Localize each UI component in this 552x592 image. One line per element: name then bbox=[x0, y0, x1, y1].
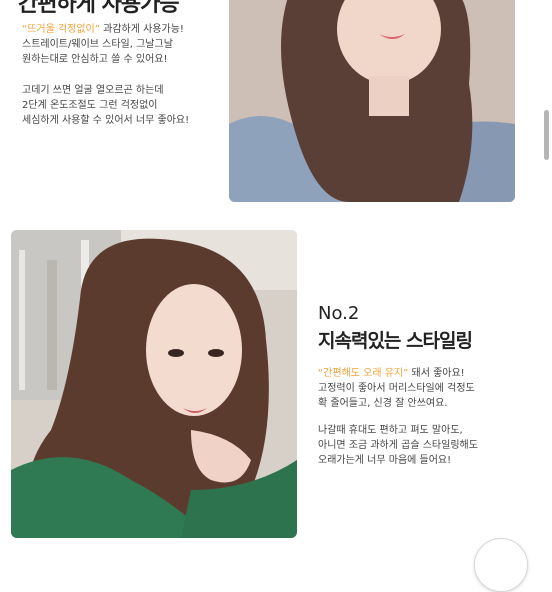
model-photo-2 bbox=[11, 230, 297, 538]
section1-p2-line1: 고데기 쓰면 얼굴 열오르곤 하는데 bbox=[22, 85, 164, 96]
section1-paragraph-2: 고데기 쓰면 얼굴 열오르곤 하는데 2단계 온도조절도 그런 걱정없이 세심하… bbox=[22, 83, 222, 128]
section1-p2-line2: 2단계 온도조절도 그런 걱정없이 bbox=[22, 100, 158, 111]
section2-number: No.2 bbox=[318, 303, 360, 324]
section1-p1-line1: 과감하게 사용가능! bbox=[99, 24, 184, 35]
section1-highlight: “뜨거울 걱정없이” bbox=[22, 24, 100, 35]
section1-text: “뜨거울 걱정없이” 과감하게 사용가능! 스트레이트/웨이브 스타일, 그날그… bbox=[22, 22, 222, 138]
section2-p2-line1: 나갈때 휴대도 편하고 펴도 말아도, bbox=[318, 425, 463, 436]
product-detail-page: 간편하게 사용가능 “뜨거울 걱정없이” 과감하게 사용가능! 스트레이트/웨이… bbox=[0, 0, 552, 592]
section2-heading: 지속력있는 스타일링 bbox=[318, 330, 473, 352]
section2-p1-line2: 고정력이 좋아서 머리스타일에 걱정도 bbox=[318, 383, 475, 394]
scroll-top-button[interactable] bbox=[474, 538, 528, 592]
section2-paragraph-1: “간편해도 오래 유지” 돼서 좋아요! 고정력이 좋아서 머리스타일에 걱정도… bbox=[318, 366, 518, 411]
section1-p1-line2: 스트레이트/웨이브 스타일, 그날그날 bbox=[22, 39, 173, 50]
section1-p1-line3: 원하는대로 안심하고 쓸 수 있어요! bbox=[22, 54, 168, 65]
section2-p1-line3: 확 줄어들고, 신경 잘 안쓰여요. bbox=[318, 398, 448, 409]
section2-p2-line3: 오래가는게 너무 마음에 들어요! bbox=[318, 455, 452, 466]
section1-paragraph-1: “뜨거울 걱정없이” 과감하게 사용가능! 스트레이트/웨이브 스타일, 그날그… bbox=[22, 22, 222, 67]
scrollbar[interactable] bbox=[544, 110, 549, 160]
section1-p2-line3: 세심하게 사용할 수 있어서 너무 좋아요! bbox=[22, 115, 190, 126]
section2-text: “간편해도 오래 유지” 돼서 좋아요! 고정력이 좋아서 머리스타일에 걱정도… bbox=[318, 366, 518, 478]
section2-p1-line1: 돼서 좋아요! bbox=[408, 368, 465, 379]
section2-p2-line2: 아니면 조금 과하게 곱슬 스타일링해도 bbox=[318, 440, 478, 451]
model-photo-1 bbox=[229, 0, 515, 202]
section2-highlight: “간편해도 오래 유지” bbox=[318, 368, 409, 379]
section2-paragraph-2: 나갈때 휴대도 편하고 펴도 말아도, 아니면 조금 과하게 곱슬 스타일링해도… bbox=[318, 423, 518, 468]
section1-heading: 간편하게 사용가능 bbox=[18, 0, 180, 17]
